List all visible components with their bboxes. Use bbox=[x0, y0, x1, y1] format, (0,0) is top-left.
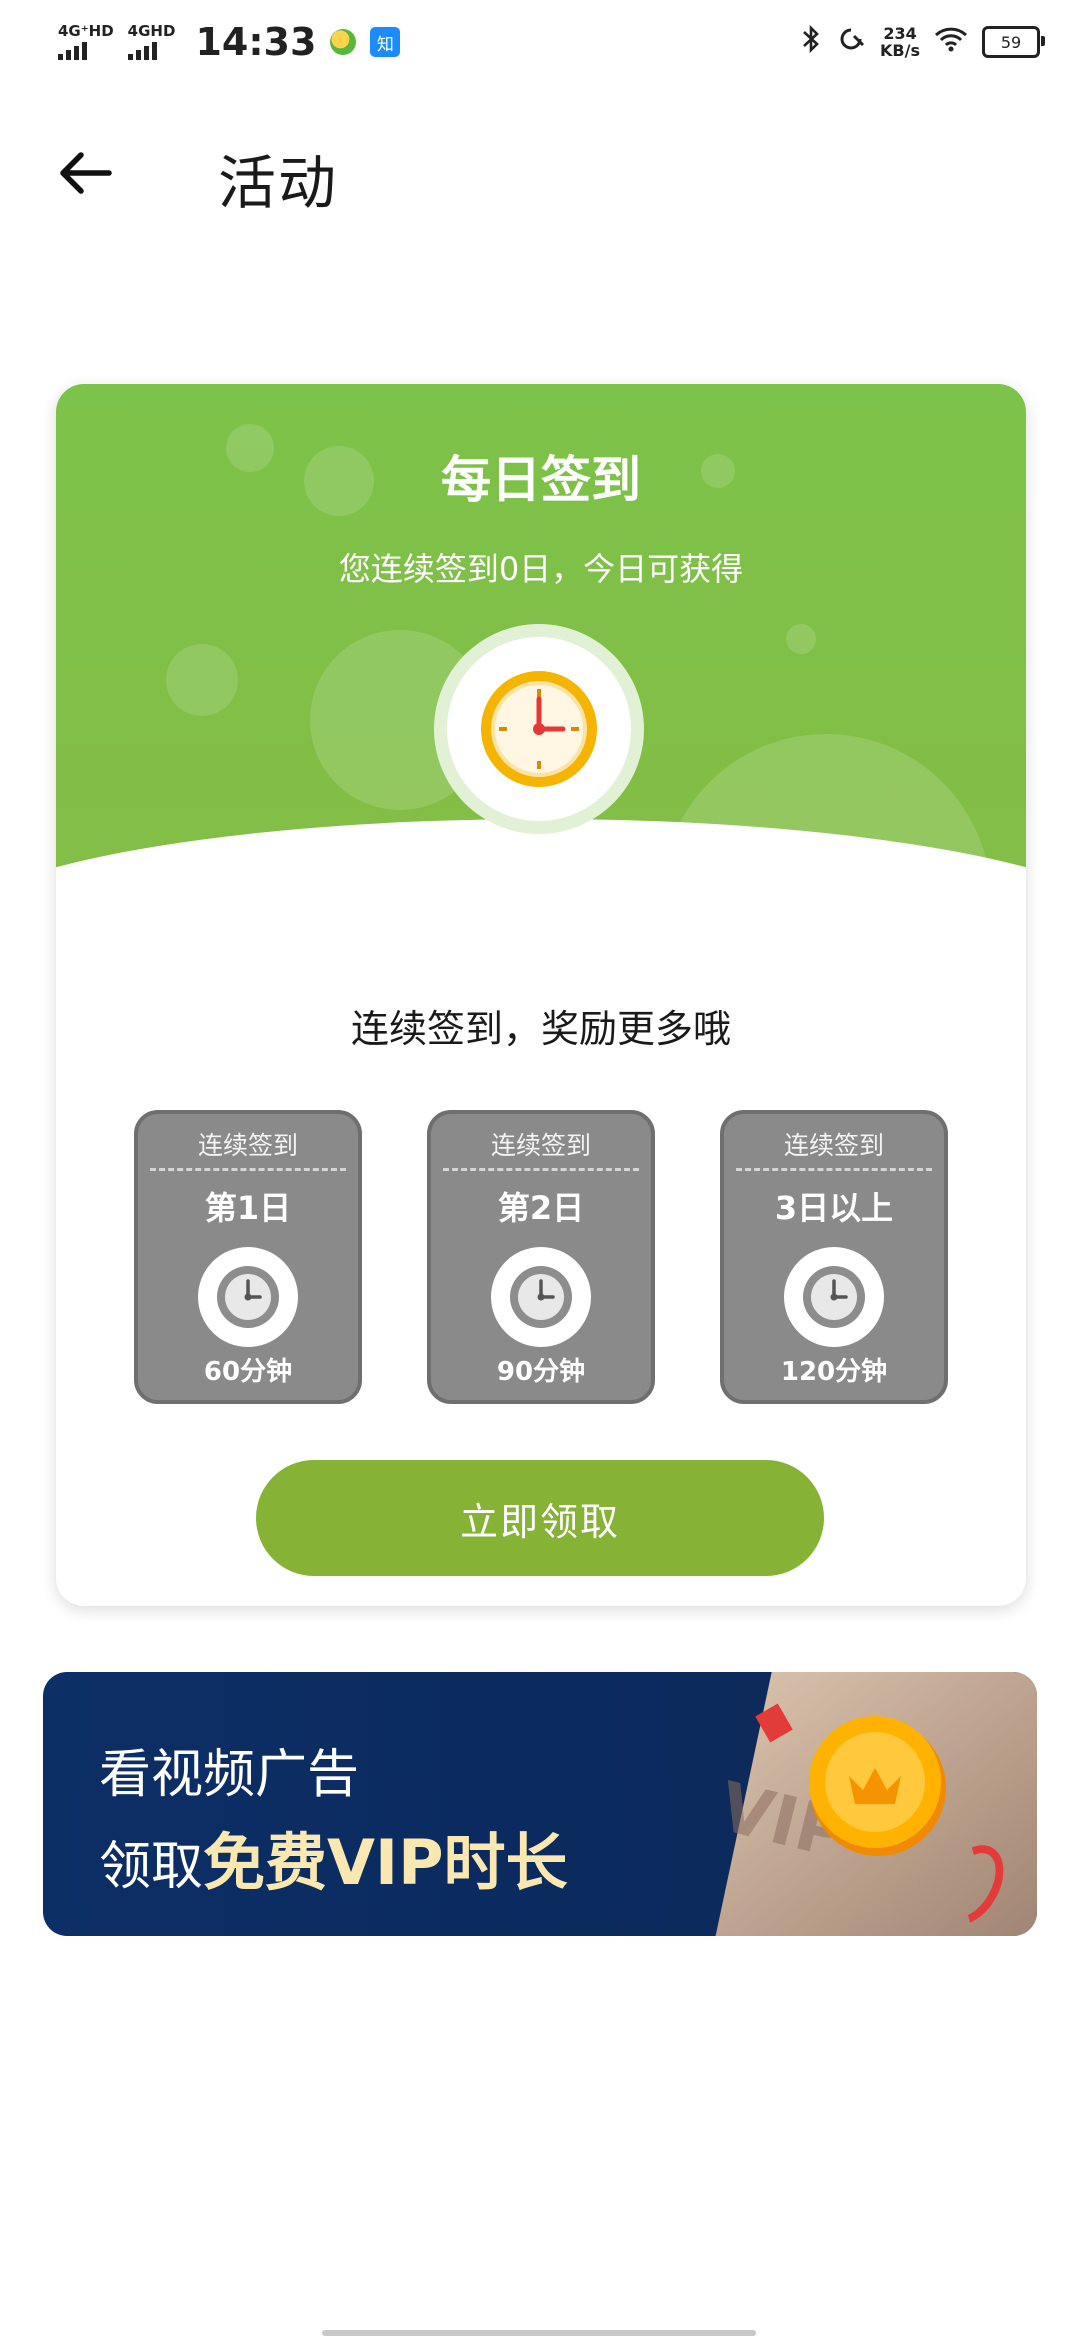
claim-now-button[interactable]: 立即领取 bbox=[256, 1460, 824, 1576]
decorative-bubble bbox=[166, 644, 238, 716]
back-button[interactable] bbox=[50, 138, 120, 208]
tier-minutes: 90分钟 bbox=[496, 1357, 586, 1387]
tier-minutes: 120分钟 bbox=[780, 1357, 888, 1387]
tier-day: 第2日 bbox=[497, 1189, 585, 1227]
banner-line2-prefix: 领取 bbox=[99, 1837, 204, 1897]
tier-clock-badge bbox=[198, 1247, 298, 1347]
daily-signin-card: 每日签到 您连续签到0日，今日可获得 60分钟使用时长 连续签到，奖励更多哦 连… bbox=[56, 384, 1026, 1606]
tier-divider bbox=[736, 1168, 932, 1171]
arrow-left-icon bbox=[60, 152, 112, 194]
signal-icon bbox=[127, 42, 176, 60]
clock-icon bbox=[510, 1266, 572, 1328]
tier-divider bbox=[443, 1168, 639, 1171]
bluetooth-icon bbox=[800, 24, 822, 61]
network-indicator-2: 4GHD bbox=[127, 22, 176, 60]
hero-clock-badge bbox=[434, 624, 644, 834]
app-notification-icon bbox=[330, 29, 357, 55]
tier-top-label: 连续签到 bbox=[197, 1131, 298, 1160]
home-indicator[interactable] bbox=[322, 2330, 756, 2336]
network-label-2: 4GHD bbox=[127, 22, 176, 40]
tier-divider bbox=[150, 1168, 346, 1171]
signal-icon bbox=[58, 42, 114, 60]
battery-icon: 59 bbox=[982, 26, 1045, 58]
status-left: 4G⁺HD 4GHD 14:33 知 bbox=[58, 20, 401, 64]
decorative-bubble bbox=[786, 624, 816, 654]
network-indicator-1: 4G⁺HD bbox=[58, 24, 114, 60]
network-label-1: 4G⁺HD bbox=[58, 22, 114, 40]
zhihu-notification-icon: 知 bbox=[370, 27, 401, 57]
signin-hero: 每日签到 您连续签到0日，今日可获得 60分钟使用时长 bbox=[56, 384, 1026, 914]
speed-value: 234 bbox=[883, 24, 917, 43]
banner-highlight: 免费VIP时长 bbox=[203, 1826, 568, 1899]
clock-icon bbox=[481, 671, 597, 787]
status-bar: 4G⁺HD 4GHD 14:33 知 234 KB/s 59 bbox=[0, 0, 1080, 84]
signin-subtitle: 您连续签到0日，今日可获得 bbox=[338, 550, 744, 588]
tier-clock-badge bbox=[491, 1247, 591, 1347]
tier-card-day3-plus: 连续签到 3日以上 120分钟 bbox=[720, 1110, 948, 1404]
status-right: 234 KB/s 59 bbox=[800, 24, 1045, 61]
tier-top-label: 连续签到 bbox=[783, 1131, 884, 1160]
reward-label: 60分钟使用时长 bbox=[407, 858, 675, 899]
streak-heading: 连续签到，奖励更多哦 bbox=[350, 1007, 731, 1051]
clock-icon bbox=[217, 1266, 279, 1328]
tier-clock-badge bbox=[784, 1247, 884, 1347]
speed-unit: KB/s bbox=[880, 41, 920, 60]
app-header: 活动 bbox=[0, 120, 1080, 220]
tier-minutes: 60分钟 bbox=[203, 1357, 293, 1387]
watch-ad-vip-banner[interactable]: VIP 看视频广告 领取免费VIP时长 bbox=[43, 1672, 1037, 1936]
hero-clock-inner bbox=[447, 637, 631, 821]
banner-line2: 领取免费VIP时长 bbox=[99, 1812, 568, 1902]
wifi-icon bbox=[934, 26, 968, 59]
tier-day: 第1日 bbox=[204, 1189, 292, 1227]
page-title: 活动 bbox=[218, 149, 339, 217]
network-speed: 234 KB/s bbox=[880, 25, 920, 59]
tier-day: 3日以上 bbox=[774, 1189, 894, 1227]
banner-line1: 看视频广告 bbox=[99, 1745, 360, 1805]
rotation-lock-icon bbox=[836, 24, 866, 61]
tier-card-day1: 连续签到 第1日 60分钟 bbox=[134, 1110, 362, 1404]
gold-coin-icon bbox=[809, 1716, 946, 1856]
tier-card-day2: 连续签到 第2日 90分钟 bbox=[427, 1110, 655, 1404]
signin-title: 每日签到 bbox=[441, 451, 641, 509]
clock-icon bbox=[803, 1266, 865, 1328]
status-time: 14:33 bbox=[195, 20, 317, 64]
tier-top-label: 连续签到 bbox=[490, 1131, 591, 1160]
